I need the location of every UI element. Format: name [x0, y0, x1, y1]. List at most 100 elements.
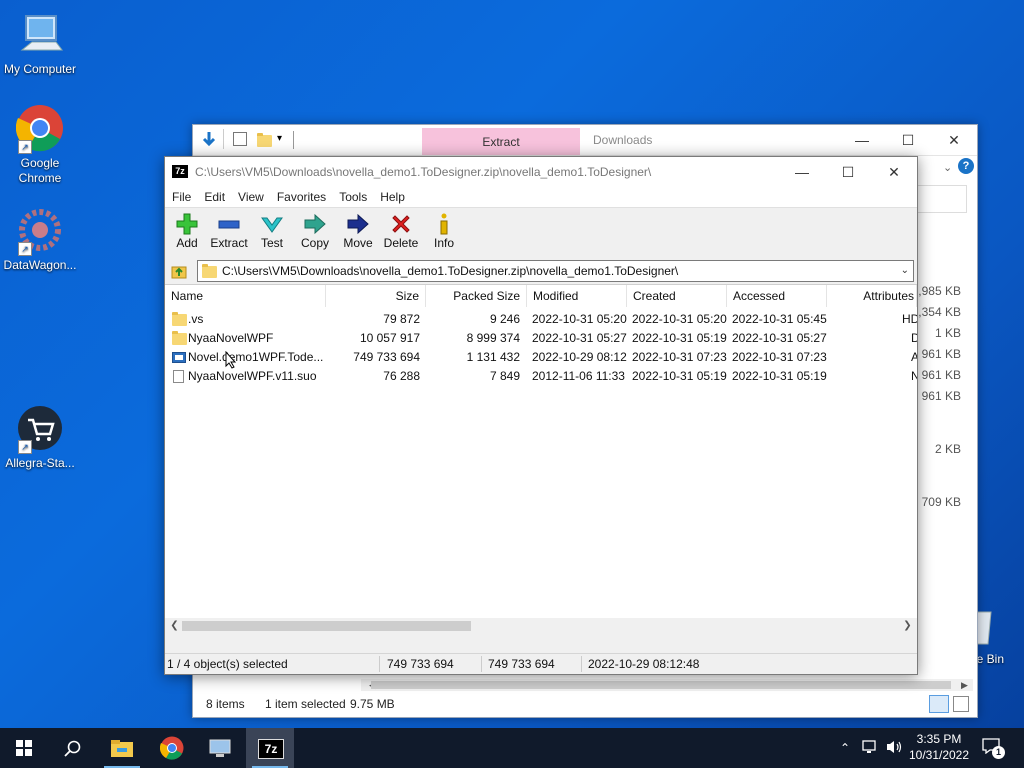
start-button[interactable]: [0, 728, 48, 768]
windows-logo-icon: [16, 740, 32, 756]
close-button[interactable]: ✕: [931, 125, 977, 155]
column-header-attributes[interactable]: Attributes: [827, 285, 917, 307]
minus-icon: [218, 220, 240, 229]
monitor-icon: [209, 739, 231, 757]
scroll-thumb[interactable]: [182, 621, 471, 631]
file-explorer-icon: [111, 740, 133, 757]
properties-icon[interactable]: [233, 132, 247, 146]
volume-icon[interactable]: [886, 739, 904, 760]
chrome-icon: [160, 736, 184, 760]
folder-icon[interactable]: [257, 133, 272, 147]
tab-extract[interactable]: Extract: [422, 128, 580, 155]
test-check-icon: [261, 217, 283, 233]
chevron-down-icon[interactable]: ⌄: [943, 161, 952, 174]
close-button[interactable]: ✕: [871, 157, 917, 187]
clock[interactable]: 3:35 PM 10/31/2022: [906, 731, 972, 763]
table-row[interactable]: NyaaNovelWPF 10 057 917 8 999 374 2022-1…: [165, 329, 917, 348]
action-center-button[interactable]: 1: [982, 738, 1005, 759]
maximize-button[interactable]: ☐: [825, 157, 871, 187]
file-list[interactable]: Name Size Packed Size Modified Created A…: [165, 284, 917, 633]
desktop-icon-label: le Bin: [974, 652, 1005, 666]
horizontal-scrollbar[interactable]: ❮ ❯: [165, 618, 917, 633]
chevron-up-icon[interactable]: ⌃: [840, 728, 850, 768]
column-header-created[interactable]: Created: [627, 285, 727, 307]
desktop-icon-google-chrome[interactable]: ↗ Google Chrome: [0, 104, 80, 186]
7zip-titlebar[interactable]: 7z C:\Users\VM5\Downloads\novella_demo1.…: [165, 157, 917, 187]
menu-favorites[interactable]: Favorites: [270, 187, 332, 207]
chevron-down-icon[interactable]: ▾: [277, 133, 282, 144]
7zip-window[interactable]: 7z C:\Users\VM5\Downloads\novella_demo1.…: [164, 156, 918, 675]
delete-button[interactable]: Delete: [379, 210, 423, 256]
address-bar: C:\Users\VM5\Downloads\novella_demo1.ToD…: [165, 258, 917, 284]
selected-count: 1 item selected: [265, 697, 346, 711]
table-row[interactable]: .vs 79 872 9 246 2022-10-31 05:20 2022-1…: [165, 310, 917, 329]
search-button[interactable]: [48, 728, 96, 768]
packed-size: 9 246: [489, 312, 520, 326]
item-count: 8 items: [206, 697, 245, 711]
menu-bar: File Edit View Favorites Tools Help: [165, 187, 917, 208]
created-date: 2022-10-31 05:20: [632, 312, 727, 326]
network-icon[interactable]: [862, 739, 880, 760]
desktop-icon-label: Allegra-Sta...: [5, 456, 75, 470]
table-row[interactable]: NyaaNovelWPF.v11.suo 76 288 7 849 2012-1…: [165, 367, 917, 386]
copy-button[interactable]: Copy: [293, 210, 337, 256]
shortcut-arrow-icon: ↗: [18, 242, 32, 256]
details-view-icon[interactable]: [929, 695, 949, 713]
desktop-icon-label: My Computer: [3, 62, 77, 76]
scroll-right-icon[interactable]: ❯: [900, 618, 915, 633]
test-button[interactable]: Test: [250, 210, 294, 256]
scroll-thumb[interactable]: [371, 681, 951, 689]
down-arrow-icon: [201, 131, 217, 152]
column-header-modified[interactable]: Modified: [527, 285, 627, 307]
large-icons-view-icon[interactable]: [953, 696, 969, 712]
table-row[interactable]: Novel.demo1WPF.Tode... 749 733 694 1 131…: [165, 348, 917, 367]
packed-size: 1 131 432: [466, 350, 520, 364]
taskbar-file-explorer[interactable]: [98, 728, 146, 768]
scroll-right-icon[interactable]: ▶: [961, 679, 971, 691]
menu-file[interactable]: File: [165, 187, 197, 207]
info-button[interactable]: Info: [422, 210, 466, 256]
extract-button[interactable]: Extract: [207, 210, 251, 256]
accessed-date: 2022-10-31 05:45: [732, 312, 827, 326]
column-header-name[interactable]: Name: [165, 285, 326, 307]
folder-icon: [202, 264, 217, 278]
maximize-button[interactable]: ☐: [885, 125, 931, 155]
scroll-left-icon[interactable]: ❮: [167, 618, 182, 633]
menu-help[interactable]: Help: [373, 187, 411, 207]
chevron-down-icon[interactable]: ⌄: [901, 261, 909, 281]
address-input[interactable]: C:\Users\VM5\Downloads\novella_demo1.ToD…: [197, 260, 914, 282]
modified-date: 2012-11-06 11:33: [532, 369, 625, 383]
column-header-packed-size[interactable]: Packed Size: [426, 285, 527, 307]
folder-up-icon[interactable]: [171, 263, 187, 279]
taskbar-remote-desktop[interactable]: [196, 728, 244, 768]
minimize-button[interactable]: —: [839, 125, 885, 155]
menu-tools[interactable]: Tools: [332, 187, 373, 207]
move-arrow-icon: [347, 213, 369, 235]
menu-edit[interactable]: Edit: [197, 187, 231, 207]
file-size: 749 733 694: [353, 350, 420, 364]
move-button[interactable]: Move: [336, 210, 380, 256]
desktop-icon-allegra[interactable]: ↗ Allegra-Sta...: [0, 404, 80, 471]
add-button[interactable]: Add: [165, 210, 209, 256]
column-header-accessed[interactable]: Accessed: [727, 285, 827, 307]
horizontal-scrollbar[interactable]: ◀ ▶: [361, 679, 973, 691]
desktop-icon-label: DataWagon...: [3, 258, 77, 272]
chrome-icon: ↗: [15, 104, 64, 154]
selection-packed: 749 733 694: [488, 657, 555, 671]
menu-view[interactable]: View: [231, 187, 270, 207]
explorer-titlebar[interactable]: ▾ Extract Downloads — ☐ ✕: [193, 125, 977, 156]
modified-date: 2022-10-31 05:27: [532, 331, 627, 345]
taskbar-chrome[interactable]: [148, 728, 196, 768]
column-header-size[interactable]: Size: [326, 285, 426, 307]
file-name: NyaaNovelWPF.v11.suo: [188, 369, 317, 383]
help-icon[interactable]: ?: [958, 158, 974, 174]
desktop-icon-datawagon[interactable]: ↗ DataWagon...: [0, 206, 80, 273]
project-file-icon: [172, 352, 186, 363]
selection-size: 749 733 694: [387, 657, 454, 671]
clock-time: 3:35 PM: [916, 732, 962, 746]
search-box[interactable]: [917, 185, 967, 213]
desktop-icon-my-computer[interactable]: My Computer: [0, 10, 80, 77]
minimize-button[interactable]: —: [779, 157, 825, 187]
created-date: 2022-10-31 05:19: [632, 331, 727, 345]
taskbar-7zip[interactable]: 7z: [246, 728, 294, 768]
